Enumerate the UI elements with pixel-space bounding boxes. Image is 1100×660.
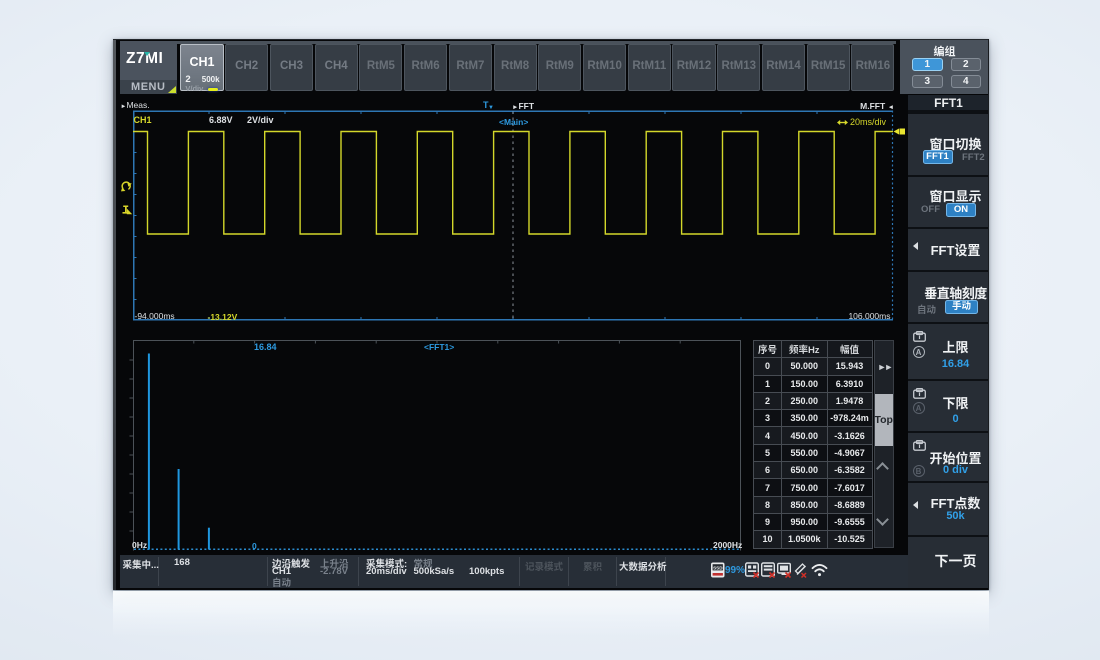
svg-text:SSD: SSD — [713, 565, 723, 570]
